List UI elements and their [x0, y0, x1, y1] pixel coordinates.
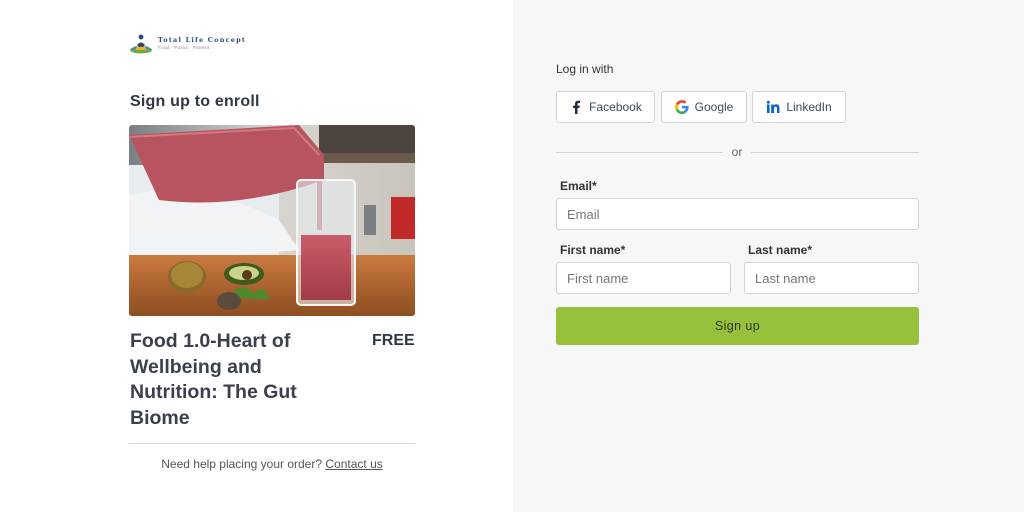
email-label: Email* [560, 179, 597, 193]
product-price: FREE [372, 332, 415, 349]
linkedin-icon [766, 100, 780, 114]
or-separator: or [731, 145, 743, 159]
product-title[interactable]: Food 1.0-Heart of Wellbeing and Nutritio… [130, 329, 330, 431]
google-label: Google [694, 100, 734, 114]
separator-line-right [751, 152, 919, 153]
brand-tagline: Food · Focus · Fitness [158, 45, 210, 50]
facebook-label: Facebook [589, 100, 642, 114]
contact-us-link[interactable]: Contact us [325, 457, 382, 471]
product-image [129, 125, 415, 316]
facebook-icon [569, 100, 583, 114]
login-with-label: Log in with [556, 62, 614, 76]
logo: Total Life Concept Food · Focus · Fitnes… [129, 30, 246, 56]
first-name-field[interactable] [556, 262, 731, 294]
sign-up-button[interactable]: Sign up [556, 307, 919, 345]
email-field[interactable] [556, 198, 919, 230]
enroll-panel: Total Life Concept Food · Focus · Fitnes… [0, 0, 513, 512]
brand-name: Total Life Concept [158, 36, 247, 44]
help-prompt: Need help placing your order? [161, 457, 323, 471]
first-name-label: First name* [560, 243, 626, 257]
lotus-figure-icon [130, 34, 152, 54]
help-text: Need help placing your order? Contact us [129, 457, 415, 471]
google-login-button[interactable]: Google [661, 91, 747, 123]
enroll-heading: Sign up to enroll [130, 93, 260, 110]
separator-line-left [556, 152, 723, 153]
divider [129, 443, 415, 444]
last-name-label: Last name* [748, 243, 813, 257]
last-name-field[interactable] [744, 262, 919, 294]
facebook-login-button[interactable]: Facebook [556, 91, 655, 123]
google-icon [674, 100, 689, 114]
linkedin-login-button[interactable]: LinkedIn [752, 91, 846, 123]
linkedin-label: LinkedIn [786, 100, 832, 114]
